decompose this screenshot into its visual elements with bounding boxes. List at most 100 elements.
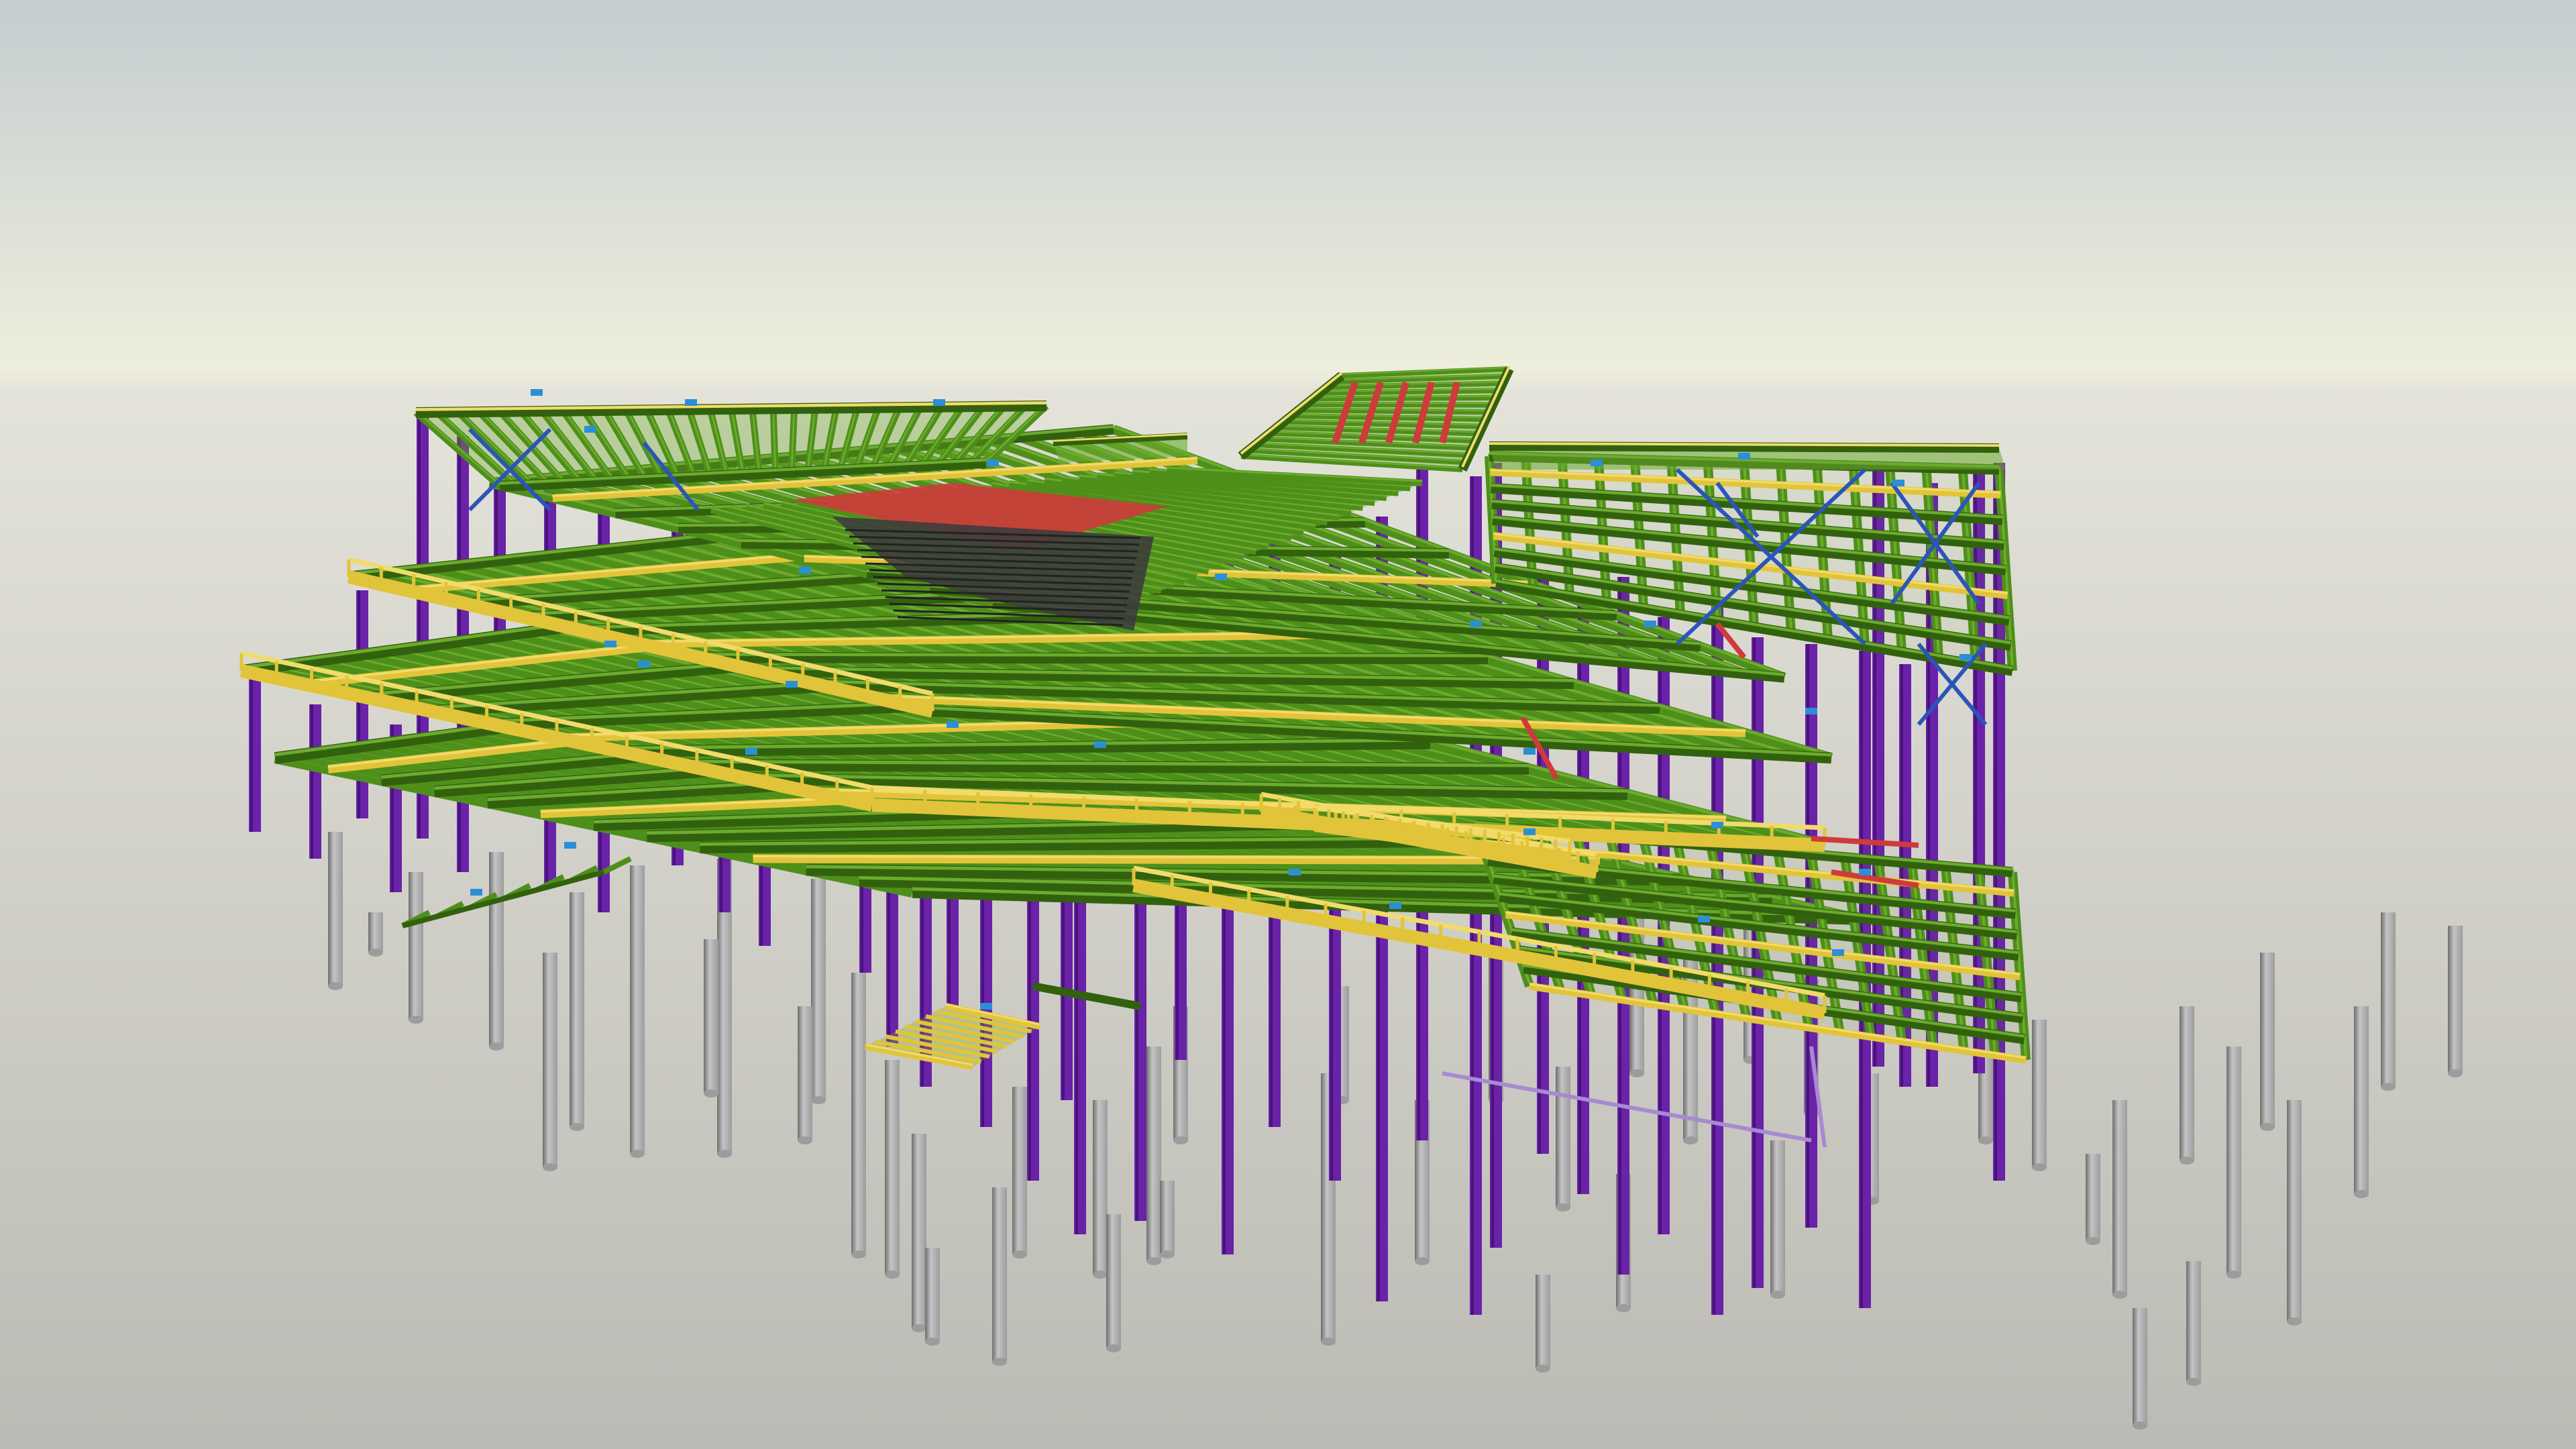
pile-base-2 xyxy=(489,1042,504,1051)
pile-11 xyxy=(885,1060,900,1275)
connection-plate-7 xyxy=(1892,480,1904,486)
pile-base-42 xyxy=(2086,1237,2100,1245)
pile-base-15 xyxy=(1012,1250,1027,1258)
pile-36 xyxy=(2226,1046,2241,1275)
pile-3 xyxy=(570,892,584,1127)
pile-41 xyxy=(2448,926,2463,1073)
pile-base-25 xyxy=(1616,1304,1631,1312)
pile-base-33 xyxy=(2032,1163,2047,1171)
pile-18 xyxy=(1146,1046,1161,1261)
pile-37 xyxy=(2260,953,2275,1127)
connection-plate-14 xyxy=(1215,574,1227,580)
pile-2 xyxy=(489,852,504,1046)
pile-base-43 xyxy=(2186,1378,2201,1386)
pile-base-4 xyxy=(630,1150,645,1158)
pile-base-27 xyxy=(1683,1136,1698,1144)
connection-plate-8 xyxy=(604,641,616,647)
pile-6 xyxy=(543,953,557,1167)
pile-31 xyxy=(1770,1140,1785,1295)
connection-plate-11 xyxy=(786,681,798,688)
connection-plate-27 xyxy=(1470,621,1482,627)
pile-base-6 xyxy=(543,1163,557,1171)
pile-13 xyxy=(925,1248,940,1342)
connection-plate-29 xyxy=(799,567,811,574)
pile-base-13 xyxy=(925,1338,940,1346)
pile-base-47 xyxy=(798,1136,812,1144)
connection-plate-23 xyxy=(1832,949,1844,956)
pile-base-19 xyxy=(1160,1250,1175,1258)
pile-base-17 xyxy=(1106,1344,1121,1352)
pile-40 xyxy=(2381,912,2396,1087)
structural-model-scene[interactable] xyxy=(0,0,2576,1449)
pile-base-21 xyxy=(1415,1257,1430,1265)
connection-plate-0 xyxy=(531,389,543,396)
pile-17 xyxy=(1106,1214,1121,1348)
connection-plate-5 xyxy=(1591,460,1603,466)
pile-base-14 xyxy=(992,1358,1007,1366)
connection-plate-2 xyxy=(584,426,596,433)
pile-0 xyxy=(328,832,343,986)
pile-8 xyxy=(704,939,718,1093)
pile-base-35 xyxy=(2180,1157,2194,1165)
pile-base-40 xyxy=(2381,1083,2396,1091)
connection-plate-1 xyxy=(685,399,697,406)
pile-base-34 xyxy=(2112,1291,2127,1299)
pile-15 xyxy=(1012,1087,1027,1254)
pile-38 xyxy=(2287,1100,2302,1322)
pile-34 xyxy=(2112,1100,2127,1295)
pile-base-39 xyxy=(2354,1190,2369,1198)
pile-base-36 xyxy=(2226,1271,2241,1279)
pile-44 xyxy=(2133,1308,2147,1426)
pile-4 xyxy=(630,865,645,1154)
pile-base-7 xyxy=(717,1150,732,1158)
pile-base-10 xyxy=(851,1250,866,1258)
pile-base-46 xyxy=(1173,1136,1188,1144)
connection-plate-19 xyxy=(1711,822,1723,828)
pile-16 xyxy=(1093,1100,1108,1275)
connection-plate-15 xyxy=(1289,869,1301,875)
pile-24 xyxy=(1556,1067,1570,1208)
pile-47 xyxy=(798,1006,812,1140)
connection-plate-22 xyxy=(1859,869,1871,875)
connection-plate-4 xyxy=(987,460,999,466)
connection-plate-21 xyxy=(1960,654,1972,661)
connection-plate-13 xyxy=(1094,741,1106,748)
pile-42 xyxy=(2086,1154,2100,1241)
connection-plate-12 xyxy=(947,721,959,728)
pile-33 xyxy=(2032,1020,2047,1167)
connection-plate-20 xyxy=(1805,708,1817,714)
pile-base-11 xyxy=(885,1271,900,1279)
3d-viewport[interactable] xyxy=(0,0,2576,1449)
connection-plate-28 xyxy=(1644,621,1656,627)
level-3-girder-6 xyxy=(698,651,1489,665)
connection-plate-17 xyxy=(1523,828,1536,835)
pile-base-5 xyxy=(368,949,383,957)
connection-plate-16 xyxy=(1389,902,1401,909)
pile-39 xyxy=(2354,1006,2369,1194)
pile-5 xyxy=(368,912,383,953)
level-3-girder-6-flange xyxy=(698,653,1489,657)
pile-base-44 xyxy=(2133,1421,2147,1430)
pile-base-3 xyxy=(570,1123,584,1131)
connection-plate-26 xyxy=(980,1003,992,1010)
pile-43 xyxy=(2186,1261,2201,1382)
pile-base-8 xyxy=(704,1089,718,1097)
pile-12 xyxy=(912,1134,926,1328)
pile-14 xyxy=(992,1187,1007,1362)
pile-base-31 xyxy=(1770,1291,1785,1299)
pile-base-26 xyxy=(1629,1069,1644,1077)
pile-base-12 xyxy=(912,1324,926,1332)
pile-19 xyxy=(1160,1181,1175,1254)
pile-base-1 xyxy=(409,1016,423,1024)
pile-base-24 xyxy=(1556,1203,1570,1212)
pile-10 xyxy=(851,973,866,1254)
pile-35 xyxy=(2180,1006,2194,1161)
pile-base-38 xyxy=(2287,1318,2302,1326)
connection-plate-10 xyxy=(745,748,757,755)
pile-9 xyxy=(811,879,826,1100)
pile-base-18 xyxy=(1146,1257,1161,1265)
pile-base-0 xyxy=(328,982,343,990)
pile-base-41 xyxy=(2448,1069,2463,1077)
connection-plate-30 xyxy=(1523,748,1536,755)
connection-plate-24 xyxy=(470,889,482,896)
